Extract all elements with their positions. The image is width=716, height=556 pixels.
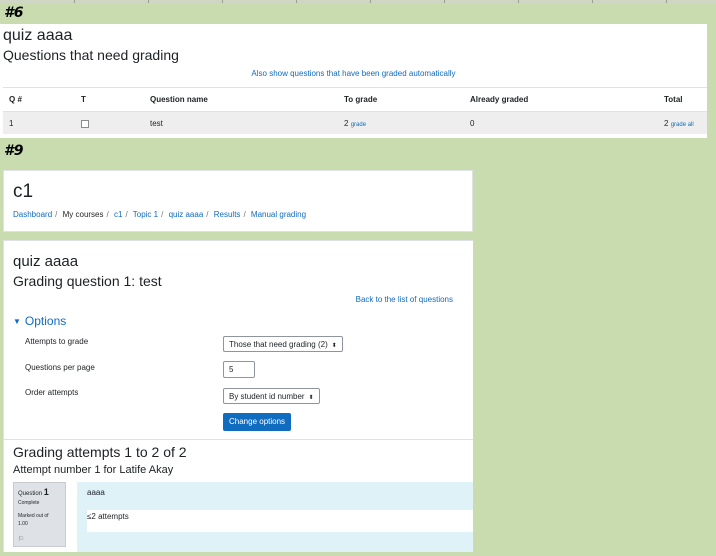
question-marks: Marked out of 1.00 bbox=[18, 513, 49, 527]
response-box: ≤2 attempts bbox=[87, 510, 473, 532]
report-heading: Questions that need grading bbox=[3, 47, 179, 63]
breadcrumb-manual-grading[interactable]: Manual grading bbox=[251, 210, 306, 219]
breadcrumb-topic[interactable]: Topic 1 bbox=[133, 210, 158, 219]
per-page-input[interactable]: 5 bbox=[223, 361, 255, 378]
question-content: aaaa ≤2 attempts bbox=[77, 482, 473, 552]
grade-link[interactable]: grade bbox=[351, 122, 366, 128]
back-to-questions-link[interactable]: Back to the list of questions bbox=[356, 295, 453, 304]
order-label: Order attempts bbox=[25, 388, 79, 397]
section-label-6: #6 bbox=[4, 5, 24, 21]
question-type-icon bbox=[81, 120, 89, 128]
course-title: c1 bbox=[13, 181, 34, 202]
col-already-graded: Already graded bbox=[470, 95, 529, 104]
page-header-card: c1 Dashboard / My courses / c1/ Topic 1/ q… bbox=[3, 170, 473, 232]
select-arrows-icon: ⬍ bbox=[331, 343, 337, 349]
attempts-select[interactable]: Those that need grading (2) ⬍ bbox=[223, 336, 343, 352]
manual-grading-report-panel: quiz aaaa Questions that need grading Al… bbox=[0, 24, 707, 138]
table-header: Q # T Question name To grade Already gra… bbox=[3, 87, 707, 112]
top-border bbox=[0, 0, 716, 3]
row-total: 2 grade all bbox=[664, 119, 694, 128]
table-row: 1 test 2 grade 0 2 grade all bbox=[3, 112, 707, 134]
row-already-graded: 0 bbox=[470, 119, 475, 128]
col-to-grade: To grade bbox=[344, 95, 378, 104]
grading-question-heading: Grading question 1: test bbox=[13, 273, 162, 289]
section-label-9: #9 bbox=[4, 143, 24, 159]
select-arrows-icon: ⬍ bbox=[308, 395, 314, 401]
row-to-grade: 2 grade bbox=[344, 119, 367, 128]
question-number: Question 1 bbox=[18, 487, 49, 497]
change-options-button[interactable]: Change options bbox=[223, 413, 292, 431]
question-info-box: Question 1 Complete Marked out of 1.00 ⚐ bbox=[13, 482, 66, 547]
breadcrumb-quiz[interactable]: quiz aaaa bbox=[169, 210, 204, 219]
attempts-label: Attempts to grade bbox=[25, 337, 89, 346]
also-show-link[interactable]: Also show questions that have been grade… bbox=[0, 69, 707, 78]
col-qnum: Q # bbox=[9, 95, 22, 104]
question-state: Complete bbox=[18, 500, 40, 506]
grading-card: quiz aaaa Grading question 1: test Back … bbox=[3, 240, 473, 552]
breadcrumb-my-courses: My courses bbox=[62, 210, 104, 219]
breadcrumb-results[interactable]: Results bbox=[214, 210, 241, 219]
flag-icon[interactable]: ⚐ bbox=[18, 535, 24, 543]
grading-quiz-title: quiz aaaa bbox=[13, 253, 79, 270]
col-type: T bbox=[81, 95, 86, 104]
chevron-down-icon: ▼ bbox=[13, 317, 21, 326]
section-divider bbox=[4, 439, 473, 440]
per-page-label: Questions per page bbox=[25, 363, 95, 372]
row-qnum: 1 bbox=[9, 119, 14, 128]
grading-attempts-heading: Grading attempts 1 to 2 of 2 bbox=[13, 444, 187, 460]
col-total: Total bbox=[664, 95, 683, 104]
order-select[interactable]: By student id number ⬍ bbox=[223, 388, 320, 404]
breadcrumb-dashboard[interactable]: Dashboard bbox=[13, 210, 52, 219]
question-text: aaaa bbox=[87, 488, 105, 497]
row-question-name: test bbox=[150, 119, 163, 128]
options-toggle[interactable]: ▼ Options bbox=[13, 314, 66, 328]
attempt-heading: Attempt number 1 for Latife Akay bbox=[13, 464, 174, 476]
response-text: ≤2 attempts bbox=[87, 512, 129, 521]
breadcrumb-course[interactable]: c1 bbox=[114, 210, 122, 219]
grade-all-link[interactable]: grade all bbox=[671, 122, 694, 128]
breadcrumb: Dashboard / My courses / c1/ Topic 1/ quiz… bbox=[13, 210, 307, 219]
col-question-name: Question name bbox=[150, 95, 208, 104]
quiz-title: quiz aaaa bbox=[3, 27, 73, 44]
